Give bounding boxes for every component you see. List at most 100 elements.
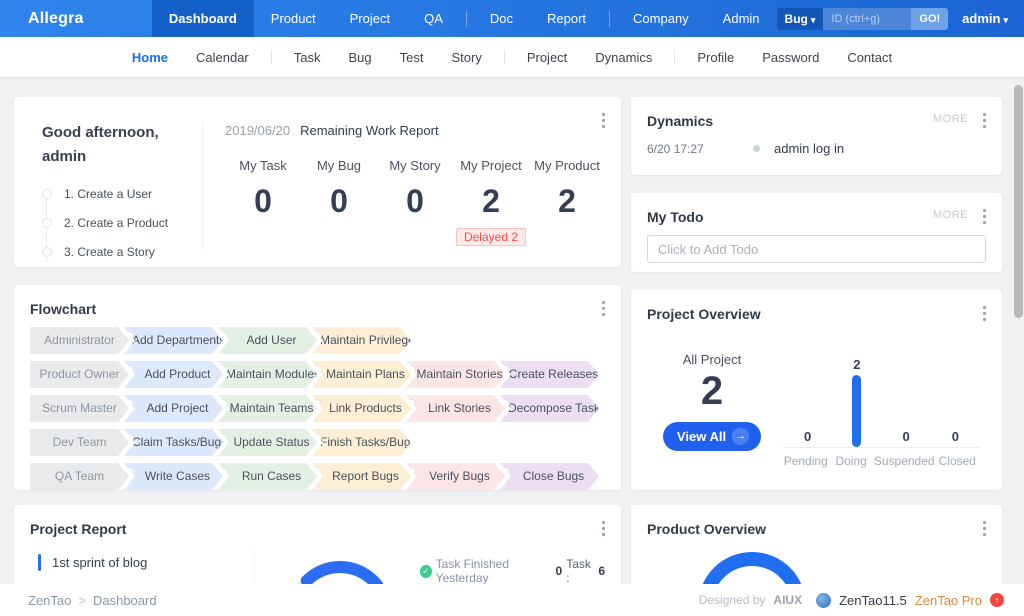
sub-navbar: Home Calendar Task Bug Test Story Projec… [0, 37, 1024, 77]
kebab-menu-icon[interactable] [600, 519, 607, 538]
flow-step[interactable]: Create Releases [500, 361, 599, 388]
search-type-dropdown[interactable]: Bug▾ [777, 8, 824, 30]
flow-step[interactable]: Add Product [124, 361, 223, 388]
report-title: Remaining Work Report [300, 123, 438, 138]
step-create-product[interactable]: 2. Create a Product [42, 214, 202, 243]
flow-row-product-owner: Product Owner Add Product Maintain Modul… [30, 361, 605, 388]
greeting-line1: Good afternoon, [42, 121, 202, 145]
sprint-item[interactable]: 1st sprint of blog [30, 549, 254, 576]
nav-item-qa[interactable]: QA [407, 0, 460, 37]
finished-value: 0 [556, 564, 563, 578]
step-create-user[interactable]: 1. Create a User [42, 185, 202, 214]
designer-name[interactable]: AIUX [773, 593, 802, 607]
flow-step[interactable]: Maintain Plans [312, 361, 411, 388]
bar-col-pending: 0 [783, 352, 832, 447]
nav-item-company[interactable]: Company [616, 0, 706, 37]
nav-item-project[interactable]: Project [333, 0, 407, 37]
stat-value[interactable]: 0 [377, 183, 453, 220]
globe-icon [816, 593, 831, 608]
flow-step[interactable]: Update Status [218, 429, 317, 456]
task-value: 6 [598, 564, 605, 578]
flow-step[interactable]: Claim Tasks/Bugs [124, 429, 223, 456]
stat-value[interactable]: 0 [225, 183, 301, 220]
vertical-scrollbar[interactable] [1014, 85, 1023, 318]
more-link[interactable]: MORE [933, 113, 968, 125]
flow-role: Scrum Master [30, 395, 129, 422]
zentao-version[interactable]: ZenTao11.5 [839, 593, 907, 608]
panel-title: Flowchart [30, 301, 605, 317]
bar[interactable] [852, 375, 861, 447]
flow-step[interactable]: Add Departments [124, 327, 223, 354]
subnav-item-password[interactable]: Password [748, 50, 833, 65]
flow-role: Administrator [30, 327, 129, 354]
flow-step[interactable]: Add User [218, 327, 317, 354]
add-todo-input[interactable] [647, 235, 986, 263]
more-link[interactable]: MORE [933, 209, 968, 221]
subnav-item-profile[interactable]: Profile [683, 50, 748, 65]
zentao-pro-link[interactable]: ZenTao Pro [915, 593, 982, 608]
step-create-story[interactable]: 3. Create a Story [42, 243, 202, 272]
subnav-item-dynamics[interactable]: Dynamics [581, 50, 666, 65]
flow-step[interactable]: Link Stories [406, 395, 505, 422]
search-input[interactable] [823, 8, 911, 30]
flow-step[interactable]: Maintain Privileges [312, 327, 411, 354]
subnav-item-home[interactable]: Home [118, 50, 182, 65]
search-go-button[interactable]: GO! [911, 8, 948, 30]
kebab-menu-icon[interactable] [981, 111, 988, 130]
nav-item-report[interactable]: Report [530, 0, 603, 37]
finished-label: Task Finished Yesterday [436, 557, 552, 585]
breadcrumb-page[interactable]: Dashboard [93, 593, 157, 608]
caret-down-icon: ▾ [811, 15, 816, 25]
subnav-item-story[interactable]: Story [437, 50, 495, 65]
view-all-label: View All [677, 429, 726, 444]
stat-value[interactable]: 2 [529, 183, 605, 220]
flow-step[interactable]: Maintain Stories [406, 361, 505, 388]
kebab-menu-icon[interactable] [600, 299, 607, 318]
subnav-item-task[interactable]: Task [280, 50, 335, 65]
stat-value[interactable]: 0 [301, 183, 377, 220]
flow-row-administrator: Administrator Add Departments Add User M… [30, 327, 605, 354]
upgrade-icon[interactable]: ↑ [990, 593, 1004, 607]
kebab-menu-icon[interactable] [600, 111, 607, 130]
flow-step[interactable]: Close Bugs [500, 463, 599, 490]
flow-step[interactable]: Report Bugs [312, 463, 411, 490]
onboarding-steps: 1. Create a User 2. Create a Product 3. … [42, 185, 202, 272]
flow-step[interactable]: Decompose Tasks [500, 395, 599, 422]
stat-my-bug: My Bug 0 [301, 158, 377, 246]
nav-item-dashboard[interactable]: Dashboard [152, 0, 254, 37]
subnav-item-project[interactable]: Project [513, 50, 581, 65]
kebab-menu-icon[interactable] [981, 304, 988, 323]
designed-by-label: Designed by [699, 593, 766, 607]
kebab-menu-icon[interactable] [981, 519, 988, 538]
app-logo[interactable]: Allegra [0, 0, 152, 37]
bar-labels: Pending Doing Suspended Closed [783, 454, 980, 468]
stat-value[interactable]: 2 [453, 183, 529, 220]
subnav-item-test[interactable]: Test [386, 50, 438, 65]
flow-step[interactable]: Add Project [124, 395, 223, 422]
bar-col-doing: 2 [832, 352, 881, 447]
flow-step[interactable]: Maintain Teams [218, 395, 317, 422]
nav-item-product[interactable]: Product [254, 0, 333, 37]
subnav-item-calendar[interactable]: Calendar [182, 50, 263, 65]
arrow-right-icon: → [732, 428, 749, 445]
entry-text[interactable]: admin log in [774, 141, 844, 156]
flow-step[interactable]: Run Cases [218, 463, 317, 490]
bar-label-suspended: Suspended [874, 454, 935, 468]
flow-step[interactable]: Write Cases [124, 463, 223, 490]
flow-step[interactable]: Maintain Modules [218, 361, 317, 388]
subnav-separator [674, 50, 675, 64]
greeting-block: Good afternoon, admin 1. Create a User 2… [42, 121, 202, 251]
breadcrumb-site[interactable]: ZenTao [28, 593, 71, 608]
flow-role: Product Owner [30, 361, 129, 388]
user-menu[interactable]: admin▾ [962, 11, 1008, 26]
nav-item-doc[interactable]: Doc [473, 0, 530, 37]
nav-item-admin[interactable]: Admin [706, 0, 777, 37]
flow-step[interactable]: Finish Tasks/Bugs [312, 429, 411, 456]
subnav-item-contact[interactable]: Contact [833, 50, 906, 65]
remaining-work-report: 2019/06/20 Remaining Work Report My Task… [202, 121, 605, 251]
subnav-item-bug[interactable]: Bug [335, 50, 386, 65]
kebab-menu-icon[interactable] [981, 207, 988, 226]
view-all-button[interactable]: View All → [663, 422, 761, 451]
flow-step[interactable]: Verify Bugs [406, 463, 505, 490]
flow-step[interactable]: Link Products [312, 395, 411, 422]
